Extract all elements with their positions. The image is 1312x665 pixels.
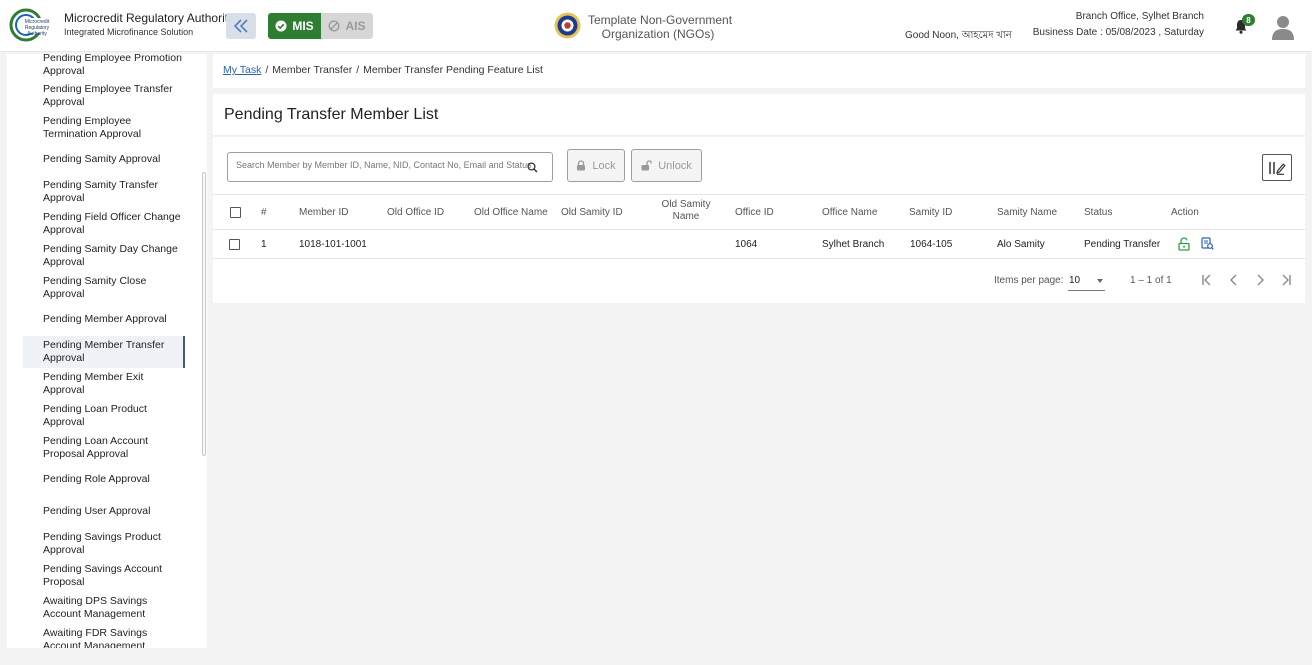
unlock-label: Unlock xyxy=(658,159,692,172)
breadcrumb-separator: / xyxy=(265,64,269,76)
next-page-icon[interactable] xyxy=(1253,273,1267,287)
breadcrumb-member-transfer: Member Transfer xyxy=(272,64,353,76)
mis-button[interactable]: MIS xyxy=(268,13,321,39)
column-edit-icon xyxy=(1269,161,1286,175)
search-icon[interactable] xyxy=(527,162,538,173)
search-box xyxy=(227,152,553,182)
first-page-icon[interactable] xyxy=(1200,273,1214,287)
sidebar-item-member-approval[interactable]: Pending Member Approval xyxy=(23,313,185,326)
column-header-old-office-id[interactable]: Old Office ID xyxy=(387,207,444,218)
cell-index: 1 xyxy=(261,239,267,250)
sidebar-item-savings-account-proposal[interactable]: Pending Savings Account Proposal xyxy=(23,563,185,589)
lock-button[interactable]: Lock xyxy=(567,149,625,182)
unlock-row-icon[interactable] xyxy=(1178,237,1190,251)
column-header-office-name[interactable]: Office Name xyxy=(822,207,877,218)
cell-samity-id: 1064-105 xyxy=(910,239,953,250)
page-title-bar: Pending Transfer Member List xyxy=(213,94,1305,136)
sidebar-item-samity-transfer[interactable]: Pending Samity Transfer Approval xyxy=(23,179,185,205)
sidebar-item-user-approval[interactable]: Pending User Approval xyxy=(23,505,185,518)
sidebar-item-employee-transfer[interactable]: Pending Employee Transfer Approval xyxy=(23,83,185,109)
dropdown-arrow-icon xyxy=(1097,279,1103,283)
government-seal-icon xyxy=(554,12,581,39)
breadcrumb-my-task-link[interactable]: My Task xyxy=(223,64,261,76)
column-header-member-id[interactable]: Member ID xyxy=(299,207,348,218)
column-header-old-samity-name[interactable]: Old Samity Name xyxy=(648,199,724,223)
cell-samity-name: Alo Samity xyxy=(997,239,1045,250)
unlock-button[interactable]: Unlock xyxy=(631,149,702,182)
sidebar: Pending Employee Promotion Approval Pend… xyxy=(7,54,207,648)
lock-label: Lock xyxy=(592,159,616,172)
column-header-samity-id[interactable]: Samity ID xyxy=(909,207,952,218)
double-chevron-left-icon xyxy=(233,19,248,33)
search-input[interactable] xyxy=(236,160,531,170)
brand-subtitle: Integrated Microfinance Solution xyxy=(64,27,194,37)
cell-office-name: Sylhet Branch xyxy=(822,239,885,250)
notification-badge: 8 xyxy=(1242,14,1255,26)
column-header-old-office-name[interactable]: Old Office Name xyxy=(474,207,548,218)
select-all-checkbox[interactable] xyxy=(230,207,241,218)
column-header-index: # xyxy=(261,207,267,218)
column-header-status[interactable]: Status xyxy=(1084,207,1112,218)
sidebar-item-fdr-savings[interactable]: Awaiting FDR Savings Account Management xyxy=(23,627,185,648)
column-header-old-samity-name-line1: Old Samity xyxy=(661,199,711,210)
previous-page-icon[interactable] xyxy=(1227,273,1241,287)
sidebar-item-employee-termination[interactable]: Pending Employee Termination Approval xyxy=(23,115,185,141)
column-header-action: Action xyxy=(1171,207,1199,218)
ais-label: AIS xyxy=(345,19,366,33)
cell-status: Pending Transfer xyxy=(1084,239,1161,250)
breadcrumb-current-page: Member Transfer Pending Feature List xyxy=(363,64,543,76)
cell-office-id: 1064 xyxy=(735,239,758,250)
cell-member-id: 1018-101-1001 xyxy=(299,239,367,250)
sidebar-collapse-button[interactable] xyxy=(226,13,256,39)
check-circle-icon xyxy=(275,20,287,32)
sidebar-item-member-exit[interactable]: Pending Member Exit Approval xyxy=(23,371,185,397)
column-header-office-id[interactable]: Office ID xyxy=(735,207,774,218)
mis-label: MIS xyxy=(292,19,314,33)
svg-text:Authority: Authority xyxy=(27,31,47,37)
user-greeting: Good Noon, আহমেদ খান xyxy=(905,30,1012,41)
unlock-icon xyxy=(641,160,653,171)
ngo-name-line1: Template Non-Government xyxy=(588,13,733,27)
last-page-icon[interactable] xyxy=(1279,273,1293,287)
ngo-name-line2: Organization (NGOs) xyxy=(601,27,715,41)
ais-button[interactable]: AIS xyxy=(321,13,373,39)
lock-icon xyxy=(577,160,586,171)
items-per-page-value: 10 xyxy=(1069,275,1081,286)
paginator: Items per page: 10 1 – 1 of 1 xyxy=(213,259,1305,303)
blocked-icon xyxy=(328,20,340,32)
brand-title: Microcredit Regulatory Authority xyxy=(64,11,235,25)
view-details-icon[interactable] xyxy=(1201,237,1214,250)
table-row[interactable]: 1 1018-101-1001 1064 Sylhet Branch 1064-… xyxy=(213,230,1305,259)
column-header-old-samity-name-line2: Name xyxy=(672,211,700,222)
breadcrumb-separator: / xyxy=(356,64,360,76)
sidebar-item-loan-account-proposal[interactable]: Pending Loan Account Proposal Approval xyxy=(23,435,185,461)
page-range-label: 1 – 1 of 1 xyxy=(1130,275,1172,286)
sidebar-item-samity-day-change[interactable]: Pending Samity Day Change Approval xyxy=(23,243,185,269)
row-checkbox[interactable] xyxy=(229,239,240,250)
page-title: Pending Transfer Member List xyxy=(224,106,439,123)
sidebar-item-dps-savings[interactable]: Awaiting DPS Savings Account Management xyxy=(23,595,185,621)
sidebar-item-savings-product[interactable]: Pending Savings Product Approval xyxy=(23,531,185,557)
column-header-old-samity-id[interactable]: Old Samity ID xyxy=(561,207,623,218)
sidebar-item-member-transfer[interactable]: Pending Member Transfer Approval xyxy=(23,336,185,368)
top-header: Microcredit Regulatory Authority Microcr… xyxy=(0,0,1312,52)
sidebar-item-samity-approval[interactable]: Pending Samity Approval xyxy=(23,153,185,166)
items-per-page-label: Items per page: xyxy=(994,275,1064,286)
table-header: # Member ID Old Office ID Old Office Nam… xyxy=(213,194,1305,230)
sidebar-item-field-officer-change[interactable]: Pending Field Officer Change Approval xyxy=(23,211,185,237)
column-settings-button[interactable] xyxy=(1262,154,1292,181)
user-avatar-icon[interactable] xyxy=(1271,14,1295,40)
column-header-samity-name[interactable]: Samity Name xyxy=(997,207,1057,218)
mra-logo-icon: Microcredit Regulatory Authority xyxy=(9,8,51,42)
main-content: Lock Unlock # Member ID Old Office ID Ol… xyxy=(213,137,1305,303)
business-date: Business Date : 05/08/2023 , Saturday xyxy=(1032,27,1204,38)
sidebar-item-role-approval[interactable]: Pending Role Approval xyxy=(23,473,185,486)
items-per-page-select[interactable]: 10 xyxy=(1068,271,1105,291)
sidebar-scrollbar[interactable] xyxy=(202,172,206,456)
sidebar-item-samity-close[interactable]: Pending Samity Close Approval xyxy=(23,275,185,301)
branch-office: Branch Office, Sylhet Branch xyxy=(1075,11,1204,22)
breadcrumb: My Task / Member Transfer / Member Transfer … xyxy=(213,54,1305,88)
sidebar-item-employee-promotion[interactable]: Pending Employee Promotion Approval xyxy=(23,54,185,78)
sidebar-item-loan-product[interactable]: Pending Loan Product Approval xyxy=(23,403,185,429)
